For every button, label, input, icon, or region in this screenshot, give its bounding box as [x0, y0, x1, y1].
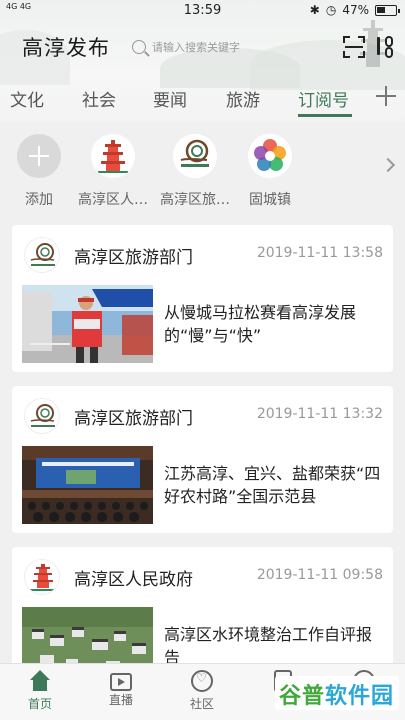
subscription-label: 高淳区人…	[78, 192, 148, 208]
subscription-item[interactable]: 高淳区人…	[74, 134, 152, 220]
app-bar: 高淳发布	[0, 28, 405, 68]
active-tab-indicator	[298, 114, 352, 117]
news-card[interactable]: 高淳区人民政府 2019-11-11 09:58 高淳区水环境整治工作自评报告	[12, 547, 393, 685]
timestamp: 2019-11-11 13:58	[256, 245, 383, 261]
search-input[interactable]	[152, 36, 312, 58]
snail-logo	[24, 237, 60, 273]
timestamp: 2019-11-11 09:58	[256, 567, 383, 583]
subscription-item[interactable]: 高淳区旅…	[156, 134, 234, 220]
subscription-row: 添加 高淳区人… 高淳区旅… 固城镇	[0, 122, 405, 222]
battery-percent: 47%	[342, 3, 369, 17]
category-tabs: 文化 社会 要闻 旅游 订阅号	[0, 82, 405, 117]
pagoda-logo	[24, 559, 60, 595]
app-title: 高淳发布	[22, 36, 110, 60]
tab-culture[interactable]: 文化	[10, 86, 44, 111]
alarm-icon: ◷	[325, 3, 337, 17]
source-name: 高淳区人民政府	[74, 570, 193, 590]
rainbow-flower-logo	[248, 134, 292, 178]
tab-news[interactable]: 要闻	[153, 86, 187, 111]
watermark: 谷普软件园	[275, 676, 399, 710]
nav-label: 直播	[108, 693, 133, 707]
source-name: 高淳区旅游部门	[74, 248, 193, 268]
chevron-right-icon[interactable]	[380, 157, 396, 173]
watermark-text: 谷普	[279, 684, 326, 709]
search-icon[interactable]	[132, 40, 146, 54]
tab-society[interactable]: 社会	[82, 86, 116, 111]
menu-icon[interactable]	[377, 34, 399, 60]
battery-icon	[375, 4, 400, 16]
news-card[interactable]: 高淳区旅游部门 2019-11-11 13:58 从慢城马拉松赛看高淳发展的“慢…	[12, 225, 393, 372]
headline: 江苏高淳、宜兴、盐都荣获“四好农村路”全国示范县	[164, 464, 381, 506]
news-card[interactable]: 高淳区旅游部门 2019-11-11 13:32 江苏高淳、宜兴、盐都荣获“四好…	[12, 386, 393, 533]
plus-icon	[17, 134, 61, 178]
subscription-label: 添加	[25, 192, 53, 208]
nav-community[interactable]: 社区	[172, 670, 232, 718]
nav-label: 首页	[27, 697, 52, 711]
subscription-item[interactable]: 固城镇	[231, 134, 309, 220]
nav-live[interactable]: 直播	[91, 670, 151, 718]
tab-subscriptions[interactable]: 订阅号	[298, 86, 349, 111]
snail-logo	[173, 134, 217, 178]
source-name: 高淳区旅游部门	[74, 409, 193, 429]
header: 4G 4G 13:59 ✱ ◷ 47% 高淳发布 文化 社会 要闻 旅游 订阅号	[0, 0, 405, 122]
conference-photo	[22, 446, 153, 524]
snail-logo	[24, 398, 60, 434]
timestamp: 2019-11-11 13:32	[256, 406, 383, 422]
watermark-text: 软件园	[325, 684, 395, 709]
subscription-add[interactable]: 添加	[0, 134, 78, 220]
subscription-label: 高淳区旅…	[160, 192, 230, 208]
tab-travel[interactable]: 旅游	[226, 86, 260, 111]
scan-icon[interactable]	[343, 36, 365, 58]
marathon-photo	[22, 285, 153, 363]
nav-home[interactable]: 首页	[10, 670, 70, 718]
tv-icon	[110, 673, 132, 691]
subscription-label: 固城镇	[249, 192, 291, 208]
headline: 从慢城马拉松赛看高淳发展的“慢”与“快”	[164, 303, 357, 345]
bluetooth-icon: ✱	[309, 3, 320, 17]
home-icon	[28, 670, 52, 692]
status-bar: 4G 4G 13:59 ✱ ◷ 47%	[0, 0, 405, 22]
community-icon	[191, 670, 213, 692]
nav-label: 社区	[189, 697, 214, 711]
add-tab-icon[interactable]	[375, 82, 397, 110]
pagoda-logo	[91, 134, 135, 178]
